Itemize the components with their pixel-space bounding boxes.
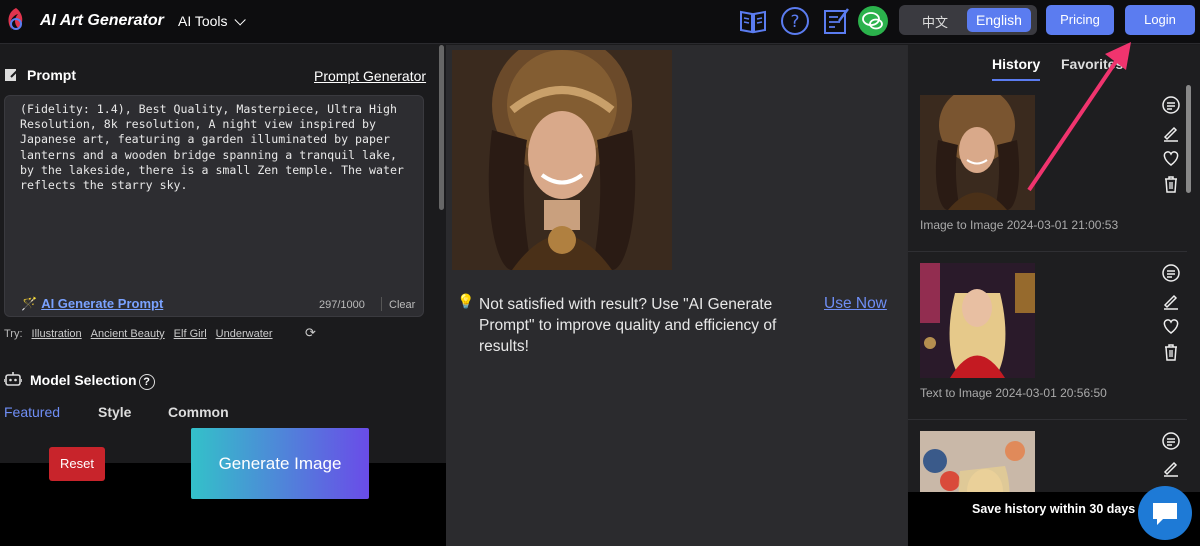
suggestion-message: Not satisfied with result? Use "AI Gener… <box>479 296 777 355</box>
heart-icon[interactable] <box>1161 148 1181 168</box>
tab-style[interactable]: Style <box>98 404 131 420</box>
prompt-heading-label: Prompt <box>27 67 76 83</box>
ai-tools-label: AI Tools <box>178 13 228 29</box>
model-selection-label: Model Selection <box>30 372 137 388</box>
copy-prompt-icon[interactable] <box>1161 263 1181 283</box>
try-elf-girl-link[interactable]: Elf Girl <box>174 328 207 340</box>
prompt-text[interactable]: (Fidelity: 1.4), Best Quality, Masterpie… <box>20 102 416 193</box>
history-thumbnail[interactable] <box>920 263 1035 378</box>
try-label: Try: <box>4 328 23 340</box>
chat-icon <box>1153 503 1177 525</box>
save-history-note: Save history within 30 days <box>972 502 1136 516</box>
ai-tools-menu[interactable]: AI Tools <box>178 13 246 29</box>
try-suggestions: Try: Illustration Ancient Beauty Elf Girl Un… <box>4 328 273 340</box>
reset-button[interactable]: Reset <box>49 447 105 481</box>
try-illustration-link[interactable]: Illustration <box>32 328 82 340</box>
help-icon[interactable]: ? <box>780 6 810 36</box>
divider <box>908 251 1187 252</box>
clear-button[interactable]: Clear <box>389 299 415 311</box>
edit-icon <box>5 69 19 81</box>
prompt-heading: Prompt <box>5 67 76 83</box>
char-count: 297/1000 <box>319 299 365 311</box>
wechat-icon[interactable] <box>858 6 888 36</box>
try-underwater-link[interactable]: Underwater <box>216 328 273 340</box>
pencil-icon[interactable] <box>1161 291 1181 311</box>
guide-book-icon[interactable] <box>738 6 768 36</box>
ai-generate-prompt-label: AI Generate Prompt <box>41 296 164 311</box>
top-bar: AI Art Generator AI Tools ? 中文 English P… <box>0 0 1200 44</box>
heart-icon[interactable] <box>1161 316 1181 336</box>
tab-featured[interactable]: Featured <box>4 404 60 420</box>
trash-icon[interactable] <box>1161 342 1181 362</box>
pricing-button[interactable]: Pricing <box>1046 5 1114 35</box>
prompt-textarea[interactable]: (Fidelity: 1.4), Best Quality, Masterpie… <box>4 95 424 317</box>
copy-prompt-icon[interactable] <box>1161 431 1181 451</box>
tab-common[interactable]: Common <box>168 404 229 420</box>
help-icon[interactable]: ? <box>138 374 155 390</box>
language-switch: 中文 English <box>899 5 1037 35</box>
generate-image-button[interactable]: Generate Image <box>191 428 369 499</box>
robot-icon <box>3 372 23 386</box>
trash-icon[interactable] <box>1161 174 1181 194</box>
login-button[interactable]: Login <box>1125 5 1195 35</box>
scrollbar[interactable] <box>1186 85 1191 193</box>
svg-text:?: ? <box>790 12 799 32</box>
result-image[interactable] <box>452 50 672 270</box>
feedback-icon[interactable] <box>822 6 852 36</box>
chevron-down-icon <box>234 14 246 26</box>
try-ancient-beauty-link[interactable]: Ancient Beauty <box>91 328 165 340</box>
pencil-icon[interactable] <box>1161 458 1181 478</box>
history-caption: Image to Image 2024-03-01 21:00:53 <box>920 218 1119 232</box>
logo-icon[interactable] <box>4 6 28 34</box>
lang-english-option[interactable]: English <box>967 8 1031 32</box>
use-now-link[interactable]: Use Now <box>824 295 887 313</box>
bulb-icon: 💡 <box>457 293 475 309</box>
scrollbar[interactable] <box>439 45 444 210</box>
model-selection-heading: Model Selection? <box>3 371 155 390</box>
annotation-arrow <box>1027 42 1131 192</box>
history-caption: Text to Image 2024-03-01 20:56:50 <box>920 386 1107 400</box>
magic-wand-icon: 🪄 <box>21 296 38 311</box>
copy-prompt-icon[interactable] <box>1161 95 1181 115</box>
divider <box>381 297 382 311</box>
history-thumbnail[interactable] <box>920 95 1035 210</box>
divider <box>908 419 1187 420</box>
result-panel: 💡 Not satisfied with result? Use "AI Gen… <box>446 45 907 546</box>
prompt-generator-link[interactable]: Prompt Generator <box>314 68 426 84</box>
chat-button[interactable] <box>1138 486 1192 540</box>
refresh-icon[interactable]: ⟳ <box>305 325 316 341</box>
brand-title[interactable]: AI Art Generator <box>40 12 164 30</box>
lang-chinese-option[interactable]: 中文 <box>909 12 961 31</box>
ai-generate-prompt-link[interactable]: 🪄 AI Generate Prompt <box>21 296 163 312</box>
pencil-icon[interactable] <box>1161 123 1181 143</box>
